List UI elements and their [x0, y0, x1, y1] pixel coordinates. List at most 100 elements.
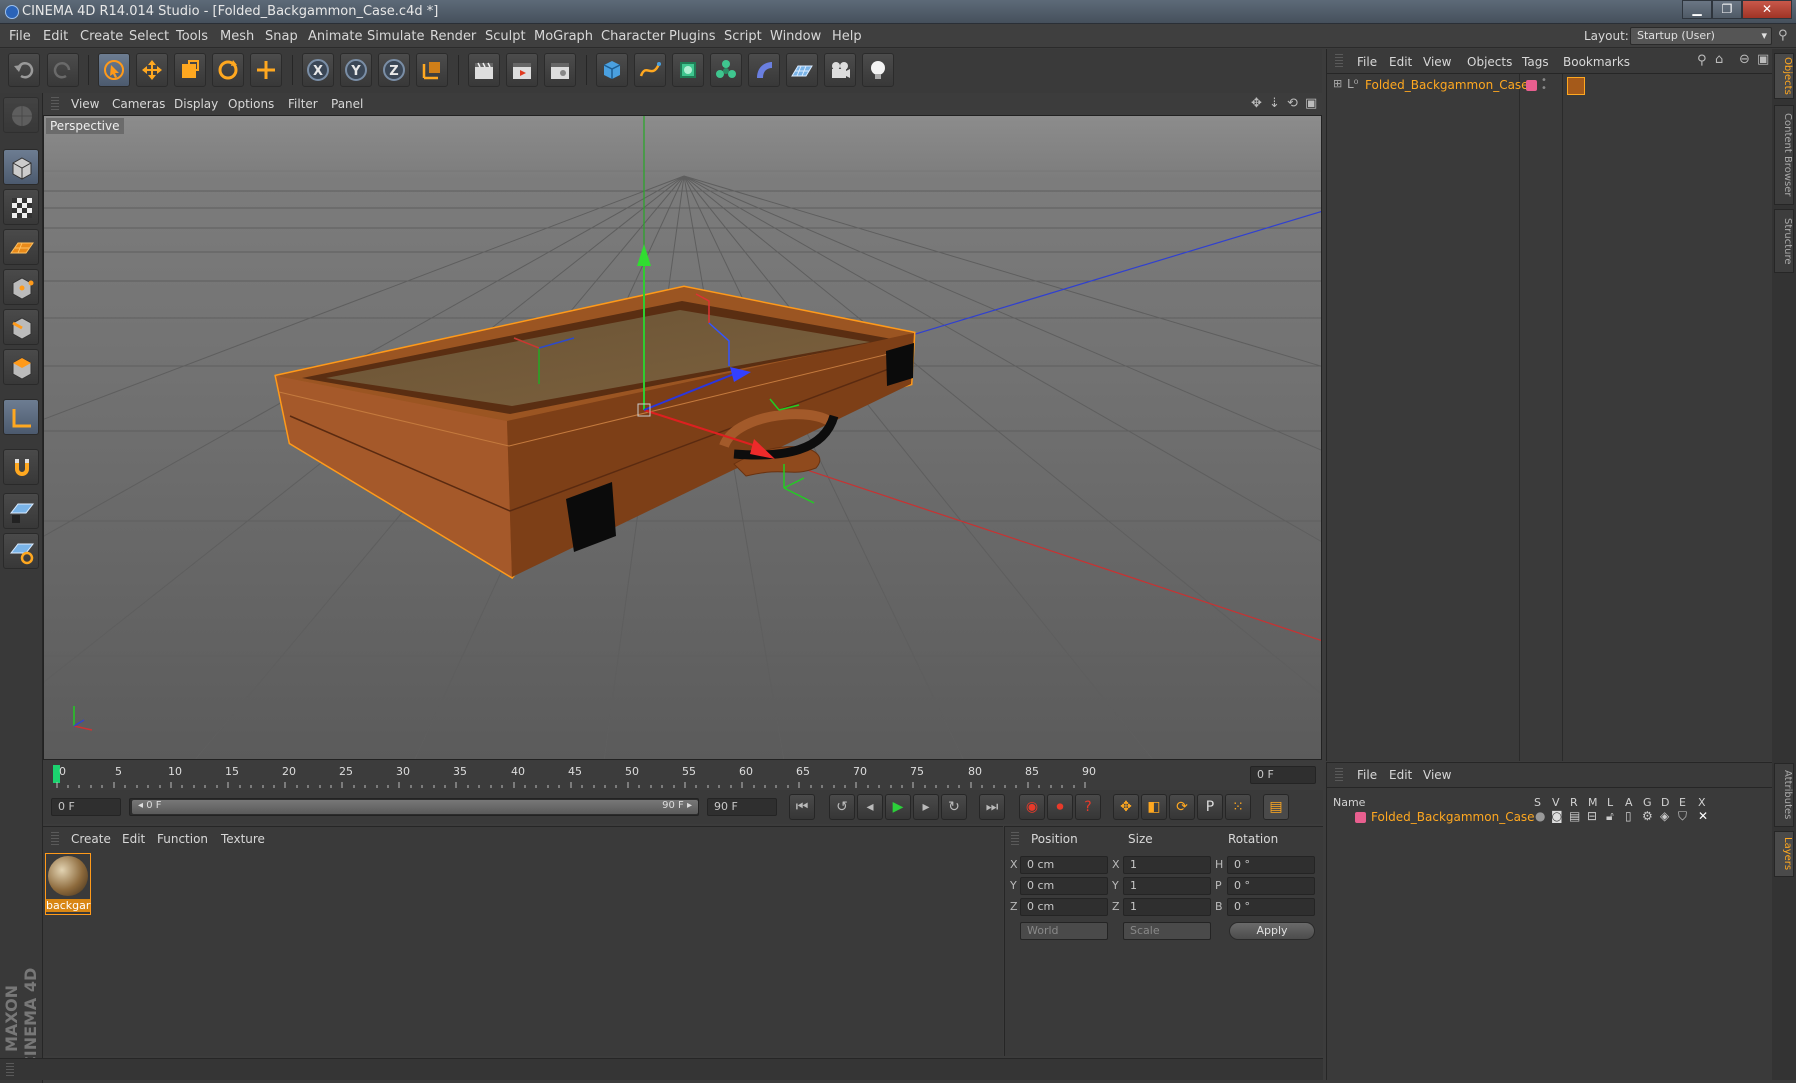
add-light-button[interactable]	[862, 53, 894, 87]
add-generator-button[interactable]	[672, 53, 704, 87]
apply-button[interactable]: Apply	[1229, 922, 1315, 940]
menu-help[interactable]: Help	[832, 29, 862, 44]
viewport-menu-display[interactable]: Display	[174, 97, 218, 111]
rot-h-field[interactable]: 0 °	[1227, 856, 1315, 874]
rot-b-field[interactable]: 0 °	[1227, 898, 1315, 916]
menu-render[interactable]: Render	[430, 29, 476, 44]
polygons-mode-button[interactable]	[3, 349, 39, 385]
size-z-field[interactable]: 1	[1123, 898, 1211, 916]
workplane-mode-button[interactable]	[3, 229, 39, 265]
viewport-menu-filter[interactable]: Filter	[288, 97, 318, 111]
material-tag-icon[interactable]	[1567, 77, 1585, 95]
tab-objects[interactable]: Objects	[1774, 53, 1794, 99]
perspective-viewport[interactable]: Perspective	[43, 115, 1322, 760]
menu-file[interactable]: File	[9, 29, 31, 44]
material-menu-create[interactable]: Create	[71, 832, 111, 846]
autokeying-button[interactable]: ⏺	[1047, 794, 1073, 820]
rotate-button[interactable]	[212, 53, 244, 87]
frame-range-handle[interactable]: ◂ 0 F 90 F ▸	[132, 800, 698, 814]
record-keys-button[interactable]: ◉	[1019, 794, 1045, 820]
viewport-menu-cameras[interactable]: Cameras	[112, 97, 165, 111]
object-panel-icon[interactable]: ▣	[1757, 52, 1769, 67]
layer-color-chip[interactable]	[1526, 80, 1537, 91]
object-menu-edit[interactable]: Edit	[1389, 55, 1412, 69]
timeline-window-button[interactable]: ▤	[1263, 794, 1289, 820]
viewport-dolly-icon[interactable]: ⇣	[1269, 96, 1280, 111]
layer-render-icon[interactable]: ▤	[1569, 809, 1580, 823]
visibility-dots-icon[interactable]: • •	[1541, 76, 1547, 94]
start-frame-field[interactable]: 0 F	[51, 798, 121, 816]
render-view-button[interactable]	[468, 53, 500, 87]
create-object-button[interactable]	[250, 53, 282, 87]
pos-z-field[interactable]: 0 cm	[1020, 898, 1108, 916]
y-axis-button[interactable]: Y	[340, 53, 372, 87]
object-home-icon[interactable]: ⌂	[1715, 52, 1723, 67]
layer-visible-icon[interactable]: ◙	[1551, 809, 1563, 823]
menu-sculpt[interactable]: Sculpt	[485, 29, 526, 44]
menu-select[interactable]: Select	[129, 29, 169, 44]
object-menu-file[interactable]: File	[1357, 55, 1377, 69]
material-swatch[interactable]: backgar	[45, 853, 91, 915]
layer-solo-icon[interactable]: ●	[1535, 809, 1545, 823]
planar-workplane-button[interactable]	[3, 533, 39, 569]
texture-mode-button[interactable]	[3, 189, 39, 225]
coordinate-system-button[interactable]	[416, 53, 448, 87]
live-selection-button[interactable]	[98, 53, 130, 87]
tab-layers[interactable]: Layers	[1774, 831, 1794, 877]
menu-simulate[interactable]: Simulate	[367, 29, 424, 44]
points-mode-button[interactable]	[3, 269, 39, 305]
layer-generators-icon[interactable]: ⚙	[1642, 809, 1653, 823]
menu-window[interactable]: Window	[770, 29, 821, 44]
layer-row[interactable]: Folded_Backgammon_Case ● ◙ ▤ ⊟ 🔓︎ ▯ ⚙ ◈ …	[1327, 809, 1773, 827]
x-axis-button[interactable]: X	[302, 53, 334, 87]
layer-menu-view[interactable]: View	[1423, 768, 1451, 782]
search-icon[interactable]: ⚲	[1778, 28, 1788, 43]
object-name[interactable]: Folded_Backgammon_Case	[1365, 78, 1529, 92]
end-frame-field[interactable]: 90 F	[707, 798, 777, 816]
snap-button[interactable]	[3, 449, 39, 485]
add-scene-button[interactable]	[786, 53, 818, 87]
viewport-pan-icon[interactable]: ✥	[1251, 96, 1262, 111]
add-deformer-button[interactable]	[748, 53, 780, 87]
menu-plugins[interactable]: Plugins	[669, 29, 716, 44]
object-menu-view[interactable]: View	[1423, 55, 1451, 69]
enable-axis-button[interactable]	[3, 399, 39, 435]
layout-dropdown[interactable]: Startup (User) ▾	[1630, 27, 1772, 45]
object-menu-objects[interactable]: Objects	[1467, 55, 1512, 69]
minimize-button[interactable]: ▁	[1682, 0, 1712, 19]
add-spline-button[interactable]	[634, 53, 666, 87]
layer-menu-edit[interactable]: Edit	[1389, 768, 1412, 782]
backgammon-case-model[interactable]	[274, 285, 916, 579]
layer-lock-icon[interactable]: 🔓︎	[1606, 809, 1614, 824]
redo-button[interactable]	[47, 53, 79, 87]
maximize-button[interactable]: ❐	[1712, 0, 1742, 19]
layer-deformers-icon[interactable]: ◈	[1660, 809, 1669, 823]
goto-end-button[interactable]: ⏭	[979, 794, 1005, 820]
current-frame-field[interactable]: 0 F	[1250, 766, 1316, 784]
play-button[interactable]: ▶	[885, 794, 911, 820]
layer-name[interactable]: Folded_Backgammon_Case	[1371, 810, 1535, 824]
pos-x-field[interactable]: 0 cm	[1020, 856, 1108, 874]
tab-structure[interactable]: Structure	[1774, 209, 1794, 273]
add-camera-button[interactable]	[824, 53, 856, 87]
locked-workplane-button[interactable]	[3, 493, 39, 529]
layer-menu-file[interactable]: File	[1357, 768, 1377, 782]
move-button[interactable]	[136, 53, 168, 87]
menu-mograph[interactable]: MoGraph	[534, 29, 593, 44]
add-cube-button[interactable]	[596, 53, 628, 87]
frame-range-slider[interactable]: ◂ 0 F 90 F ▸	[129, 798, 699, 816]
object-search-icon[interactable]: ⚲	[1697, 53, 1707, 68]
object-menu-tags[interactable]: Tags	[1522, 55, 1549, 69]
object-options-icon[interactable]: ⊖	[1739, 52, 1750, 67]
key-parameter-button[interactable]: P	[1197, 794, 1223, 820]
viewport-menu-panel[interactable]: Panel	[331, 97, 363, 111]
tab-content-browser[interactable]: Content Browser	[1774, 105, 1794, 205]
key-pla-button[interactable]: ⁙	[1225, 794, 1251, 820]
size-y-field[interactable]: 1	[1123, 877, 1211, 895]
layer-xref-icon[interactable]: ✕	[1698, 809, 1708, 823]
object-menu-bookmarks[interactable]: Bookmarks	[1563, 55, 1630, 69]
scale-button[interactable]	[174, 53, 206, 87]
render-picture-viewer-button[interactable]	[506, 53, 538, 87]
make-editable-button[interactable]	[3, 97, 39, 133]
add-mograph-button[interactable]	[710, 53, 742, 87]
